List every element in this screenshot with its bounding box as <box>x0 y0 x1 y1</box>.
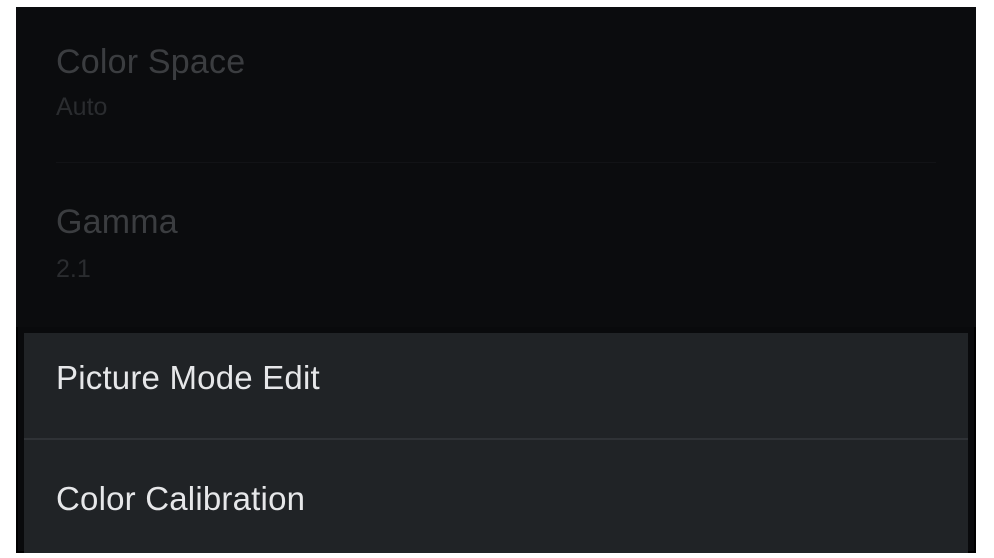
menu-item-picture-mode-edit[interactable]: Picture Mode Edit <box>24 333 968 439</box>
setting-label-color-space: Color Space <box>56 43 246 81</box>
divider <box>56 162 936 163</box>
setting-label-gamma: Gamma <box>56 203 178 241</box>
setting-row-gamma[interactable]: Gamma 2.1 <box>16 167 976 327</box>
menu-item-label: Color Calibration <box>56 480 306 517</box>
setting-value-gamma: 2.1 <box>56 255 91 283</box>
menu-item-label: Picture Mode Edit <box>56 359 320 396</box>
menu-item-color-calibration[interactable]: Color Calibration <box>24 440 968 553</box>
tv-settings-screen: Color Space Auto Gamma 2.1 Picture Mode … <box>16 7 976 553</box>
setting-value-color-space: Auto <box>56 93 108 121</box>
setting-row-color-space[interactable]: Color Space Auto <box>16 7 976 167</box>
